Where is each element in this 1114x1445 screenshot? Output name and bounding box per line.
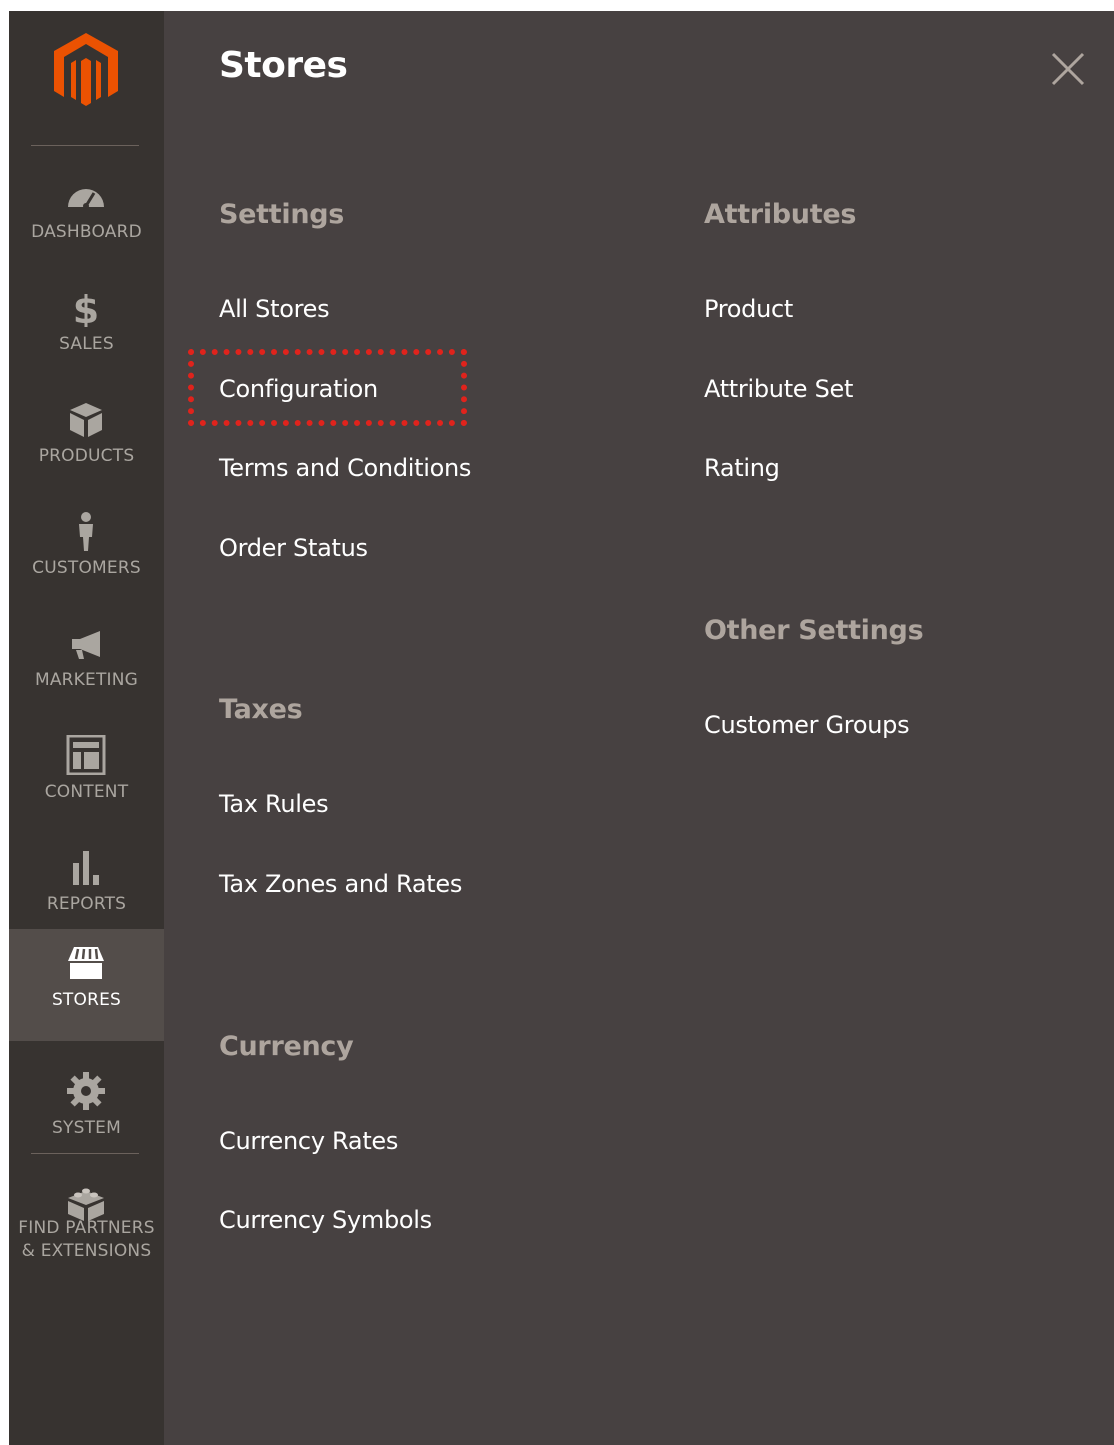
sidebar-item-content[interactable]: CONTENT: [9, 721, 164, 833]
person-icon: [64, 511, 108, 551]
admin-frame: DASHBOARD $ SALES PRODUCTS CUSTOMERS MAR…: [9, 11, 1114, 1445]
layout-icon: [64, 735, 108, 775]
sidebar-item-label: SALES: [59, 334, 114, 354]
sidebar-item-stores[interactable]: STORES: [9, 929, 164, 1041]
sidebar-item-label: STORES: [51, 990, 122, 1010]
sidebar-item-label: REPORTS: [46, 894, 127, 914]
menu-link-rating[interactable]: Rating: [704, 454, 780, 482]
sidebar-item-label-line1: FIND PARTNERS: [18, 1218, 155, 1238]
menu-link-tax-rules[interactable]: Tax Rules: [219, 790, 329, 818]
close-icon[interactable]: [1050, 51, 1086, 87]
dashboard-icon: [64, 175, 108, 215]
admin-sidebar: DASHBOARD $ SALES PRODUCTS CUSTOMERS MAR…: [9, 11, 164, 1445]
svg-text:$: $: [73, 288, 99, 327]
group-title-taxes: Taxes: [219, 694, 303, 725]
sidebar-item-label: CUSTOMERS: [32, 558, 141, 578]
sidebar-item-marketing[interactable]: MARKETING: [9, 609, 164, 721]
menu-link-attribute-set[interactable]: Attribute Set: [704, 375, 853, 403]
gear-icon: [64, 1071, 108, 1111]
sidebar-divider: [31, 145, 139, 146]
sidebar-item-label: MARKETING: [34, 670, 139, 690]
group-title-currency: Currency: [219, 1031, 354, 1062]
sidebar-item-customers[interactable]: CUSTOMERS: [9, 497, 164, 609]
menu-link-product[interactable]: Product: [704, 295, 793, 323]
sidebar-item-label: FIND PARTNERS & EXTENSIONS: [9, 1217, 164, 1263]
menu-link-all-stores[interactable]: All Stores: [219, 295, 330, 323]
magento-logo-icon[interactable]: [52, 31, 120, 107]
sidebar-item-label-line2: & EXTENSIONS: [21, 1241, 152, 1261]
dollar-icon: $: [64, 287, 108, 327]
menu-link-customer-groups[interactable]: Customer Groups: [704, 711, 910, 739]
sidebar-item-label: CONTENT: [44, 782, 129, 802]
menu-link-currency-rates[interactable]: Currency Rates: [219, 1127, 398, 1155]
storefront-icon: [64, 943, 108, 983]
menu-link-configuration[interactable]: Configuration: [219, 375, 378, 403]
sidebar-item-find-partners[interactable]: FIND PARTNERS & EXTENSIONS: [9, 1169, 164, 1279]
cube-icon: [64, 399, 108, 439]
group-title-other-settings: Other Settings: [704, 615, 924, 646]
sidebar-item-sales[interactable]: $ SALES: [9, 273, 164, 385]
sidebar-item-label: DASHBOARD: [31, 222, 142, 242]
sidebar-item-dashboard[interactable]: DASHBOARD: [9, 161, 164, 273]
megaphone-icon: [64, 623, 108, 663]
group-title-attributes: Attributes: [704, 199, 857, 230]
stores-menu-panel: Stores Settings All Stores Configuration…: [164, 11, 1114, 1445]
sidebar-item-label: SYSTEM: [52, 1118, 121, 1138]
group-title-settings: Settings: [219, 199, 345, 230]
panel-title: Stores: [219, 45, 348, 86]
sidebar-divider: [31, 1153, 139, 1154]
sidebar-item-products[interactable]: PRODUCTS: [9, 385, 164, 497]
bar-chart-icon: [64, 847, 108, 887]
menu-link-order-status[interactable]: Order Status: [219, 534, 368, 562]
menu-link-terms-and-conditions[interactable]: Terms and Conditions: [219, 454, 471, 482]
menu-link-currency-symbols[interactable]: Currency Symbols: [219, 1206, 432, 1234]
sidebar-item-label: PRODUCTS: [38, 446, 135, 466]
menu-link-tax-zones-and-rates[interactable]: Tax Zones and Rates: [219, 870, 462, 898]
